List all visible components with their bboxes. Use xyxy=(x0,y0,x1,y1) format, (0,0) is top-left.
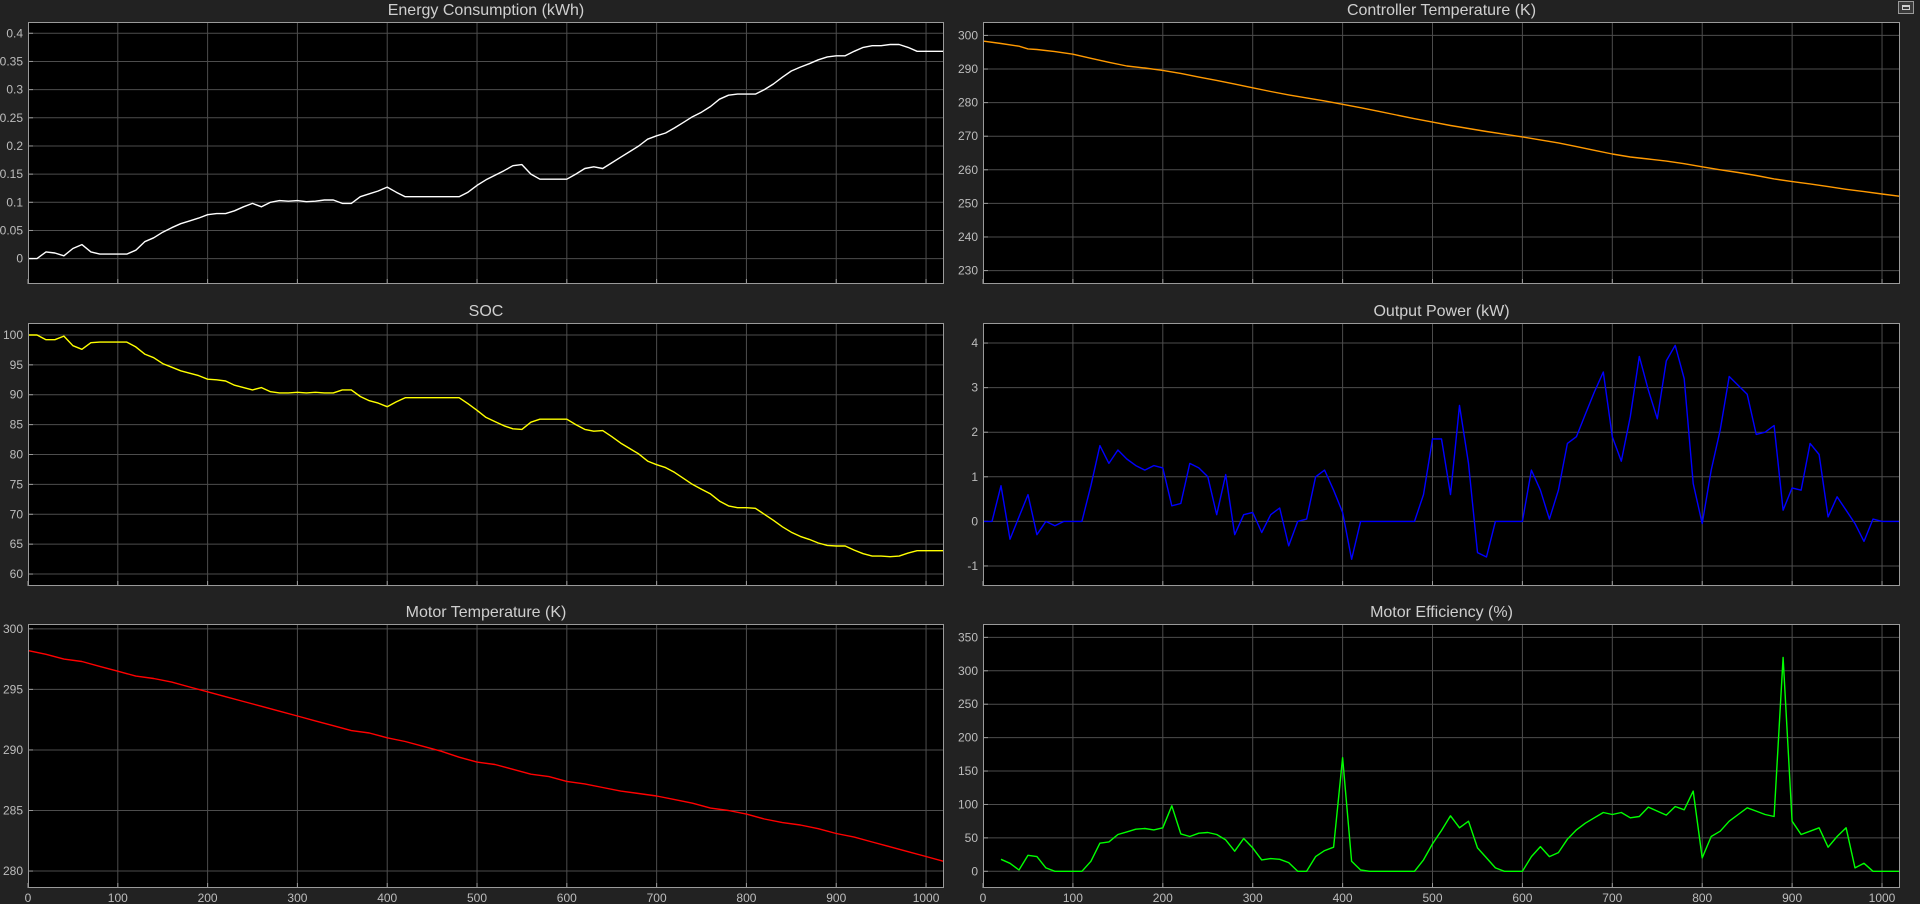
soc-y-tick-label: 70 xyxy=(10,507,24,521)
soc-chart: SOC 60 65 70 75 80 85 90 95 100 xyxy=(3,303,944,586)
energy-consumption-y-tick-label: 0.3 xyxy=(6,83,23,97)
motor-temperature-x-tick-label: 800 xyxy=(736,891,756,904)
output-power-chart: Output Power (kW) -1 0 1 2 3 4 xyxy=(967,303,1900,586)
motor-efficiency-x-tick-label: 600 xyxy=(1512,891,1532,904)
controller-temperature-y-tick-label: 300 xyxy=(958,28,978,42)
motor-efficiency-x-tick-label: 900 xyxy=(1782,891,1802,904)
output-power-y-tick-label: 0 xyxy=(971,514,978,528)
output-power-y-tick-label: 1 xyxy=(971,470,978,484)
motor-temperature-x-tick-label: 500 xyxy=(467,891,487,904)
motor-efficiency-y-tick-label: 300 xyxy=(958,664,978,678)
energy-consumption-y-tick-label: 0.35 xyxy=(0,54,23,68)
motor-efficiency-x-tick-label: 0 xyxy=(980,891,987,904)
motor-temperature-y-tick-label: 290 xyxy=(3,743,23,757)
motor-temperature-x-tick-label: 0 xyxy=(25,891,32,904)
motor-temperature-x-tick-label: 700 xyxy=(647,891,667,904)
controller-temperature-y-tick-label: 270 xyxy=(958,129,978,143)
motor-efficiency-x-tick-label: 800 xyxy=(1692,891,1712,904)
motor-efficiency-y-tick-label: 0 xyxy=(971,864,978,878)
motor-efficiency-y-tick-label: 350 xyxy=(958,630,978,644)
output-power-title: Output Power (kW) xyxy=(1373,303,1509,320)
energy-consumption-y-tick-label: 0.05 xyxy=(0,223,23,237)
motor-temperature-y-tick-label: 295 xyxy=(3,682,23,696)
soc-title: SOC xyxy=(469,303,504,320)
motor-efficiency-y-tick-label: 200 xyxy=(958,731,978,745)
motor-temperature-x-tick-label: 200 xyxy=(198,891,218,904)
scope-figure: Energy Consumption (kWh) 0 0.05 0.1 0.15 0.2 0… xyxy=(0,2,1901,904)
motor-temperature-title: Motor Temperature (K) xyxy=(406,604,567,621)
motor-efficiency-x-tick-label: 300 xyxy=(1243,891,1263,904)
energy-consumption-y-tick-label: 0 xyxy=(16,252,23,266)
energy-consumption-y-tick-label: 0.4 xyxy=(6,26,23,40)
motor-efficiency-title: Motor Efficiency (%) xyxy=(1370,604,1513,621)
energy-consumption-y-tick-label: 0.1 xyxy=(6,195,23,209)
motor-temperature-x-tick-label: 100 xyxy=(108,891,128,904)
motor-efficiency-y-tick-label: 50 xyxy=(965,831,979,845)
motor-temperature-x-tick-label: 300 xyxy=(287,891,307,904)
motor-efficiency-x-tick-label: 200 xyxy=(1153,891,1173,904)
motor-efficiency-y-tick-label: 100 xyxy=(958,797,978,811)
motor-efficiency-x-tick-label: 700 xyxy=(1602,891,1622,904)
motor-temperature-y-tick-label: 285 xyxy=(3,803,23,817)
dock-undock-icon[interactable] xyxy=(1898,1,1914,14)
energy-consumption-chart: Energy Consumption (kWh) 0 0.05 0.1 0.15 0.2 0… xyxy=(0,2,944,284)
motor-efficiency-x-tick-label: 400 xyxy=(1333,891,1353,904)
output-power-y-tick-label: 4 xyxy=(971,336,978,350)
soc-y-tick-label: 100 xyxy=(3,328,23,342)
soc-y-tick-label: 80 xyxy=(10,448,24,462)
output-power-y-tick-label: -1 xyxy=(967,559,978,573)
soc-y-tick-label: 95 xyxy=(10,358,24,372)
controller-temperature-title: Controller Temperature (K) xyxy=(1347,2,1536,19)
motor-temperature-chart: Motor Temperature (K) 0 100 200 300 400 500 600… xyxy=(3,604,945,904)
controller-temperature-y-tick-label: 230 xyxy=(958,264,978,278)
motor-temperature-plot-area xyxy=(28,624,944,888)
motor-temperature-y-tick-label: 300 xyxy=(3,622,23,636)
soc-y-tick-label: 85 xyxy=(10,418,24,432)
energy-consumption-title: Energy Consumption (kWh) xyxy=(388,2,585,19)
energy-consumption-y-tick-label: 0.15 xyxy=(0,167,23,181)
controller-temperature-y-tick-label: 250 xyxy=(958,196,978,210)
output-power-y-tick-label: 2 xyxy=(971,425,978,439)
motor-efficiency-x-tick-label: 100 xyxy=(1063,891,1083,904)
controller-temperature-plot-area xyxy=(983,22,1900,284)
controller-temperature-y-tick-label: 240 xyxy=(958,230,978,244)
output-power-y-tick-label: 3 xyxy=(971,381,978,395)
motor-efficiency-y-tick-label: 150 xyxy=(958,764,978,778)
motor-temperature-x-tick-label: 400 xyxy=(377,891,397,904)
energy-consumption-y-tick-label: 0.25 xyxy=(0,111,23,125)
controller-temperature-y-tick-label: 260 xyxy=(958,163,978,177)
motor-temperature-y-tick-label: 280 xyxy=(3,864,23,878)
motor-temperature-x-tick-label: 900 xyxy=(826,891,846,904)
output-power-plot-area xyxy=(983,323,1900,586)
soc-y-tick-label: 75 xyxy=(10,477,24,491)
motor-efficiency-y-tick-label: 250 xyxy=(958,697,978,711)
motor-efficiency-plot-area xyxy=(983,624,1900,888)
controller-temperature-y-tick-label: 280 xyxy=(958,96,978,110)
motor-efficiency-x-tick-label: 500 xyxy=(1422,891,1442,904)
controller-temperature-chart: Controller Temperature (K) 230 240 250 260 27… xyxy=(958,2,1901,284)
motor-temperature-x-tick-label: 600 xyxy=(557,891,577,904)
soc-y-tick-label: 60 xyxy=(10,567,24,581)
soc-y-tick-label: 65 xyxy=(10,537,24,551)
controller-temperature-y-tick-label: 290 xyxy=(958,62,978,76)
soc-y-tick-label: 90 xyxy=(10,388,24,402)
motor-temperature-x-tick-label: 1000 xyxy=(913,891,940,904)
motor-efficiency-x-tick-label: 1000 xyxy=(1869,891,1896,904)
motor-efficiency-chart: Motor Efficiency (%)0 100 200 300 400 500 600 7… xyxy=(958,604,1900,904)
energy-consumption-y-tick-label: 0.2 xyxy=(6,139,23,153)
